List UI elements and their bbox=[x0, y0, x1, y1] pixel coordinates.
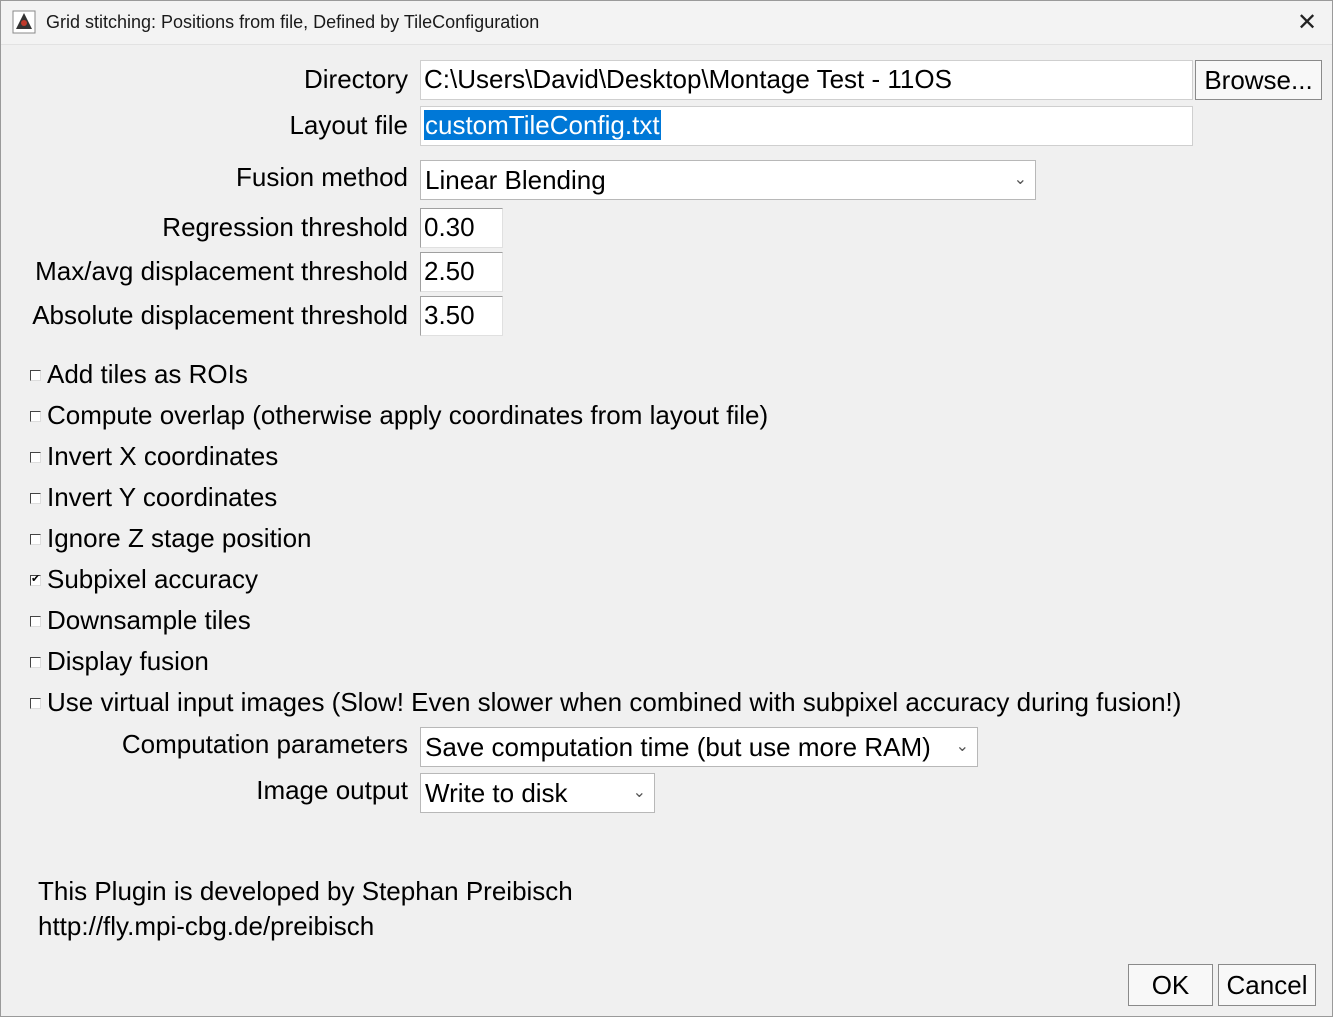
max-avg-displacement-label: Max/avg displacement threshold bbox=[35, 256, 408, 286]
checkbox-virtual-input-images[interactable]: Use virtual input images (Slow! Even slo… bbox=[30, 687, 1181, 718]
chevron-down-icon: ⌄ bbox=[1013, 171, 1027, 188]
checkbox-label: Display fusion bbox=[47, 646, 209, 676]
title-bar: Grid stitching: Positions from file, Def… bbox=[0, 0, 1333, 45]
checkbox-box[interactable] bbox=[30, 616, 41, 627]
fusion-method-value: Linear Blending bbox=[425, 165, 606, 195]
cancel-button[interactable]: Cancel bbox=[1218, 964, 1316, 1006]
computation-parameters-select[interactable]: Save computation time (but use more RAM)… bbox=[420, 727, 978, 767]
window-title: Grid stitching: Positions from file, Def… bbox=[46, 12, 540, 32]
checkbox-subpixel-accuracy[interactable]: ✔ Subpixel accuracy bbox=[30, 564, 258, 595]
max-avg-displacement-input[interactable]: 2.50 bbox=[420, 252, 503, 292]
image-output-label: Image output bbox=[256, 775, 408, 805]
checkbox-add-tiles-as-rois[interactable]: Add tiles as ROIs bbox=[30, 359, 248, 390]
regression-threshold-input[interactable]: 0.30 bbox=[420, 208, 503, 248]
directory-label: Directory bbox=[303, 64, 408, 94]
absolute-displacement-label: Absolute displacement threshold bbox=[32, 300, 408, 330]
checkbox-downsample-tiles[interactable]: Downsample tiles bbox=[30, 605, 251, 636]
checkbox-invert-y[interactable]: Invert Y coordinates bbox=[30, 482, 277, 513]
image-output-value: Write to disk bbox=[425, 778, 568, 808]
checkbox-label: Use virtual input images (Slow! Even slo… bbox=[47, 687, 1182, 717]
checkbox-label: Compute overlap (otherwise apply coordin… bbox=[47, 400, 769, 430]
absolute-displacement-input[interactable]: 3.50 bbox=[420, 296, 503, 336]
chevron-down-icon: ⌄ bbox=[951, 728, 969, 766]
checkbox-box[interactable] bbox=[30, 698, 41, 709]
checkbox-box[interactable] bbox=[30, 534, 41, 545]
checkbox-invert-x[interactable]: Invert X coordinates bbox=[30, 441, 278, 472]
checkbox-label: Add tiles as ROIs bbox=[47, 359, 248, 389]
checkbox-label: Subpixel accuracy bbox=[47, 564, 258, 594]
browse-button[interactable]: Browse... bbox=[1195, 60, 1322, 100]
checkbox-box[interactable] bbox=[30, 370, 41, 381]
checkbox-box[interactable] bbox=[30, 411, 41, 422]
chevron-down-icon: ⌄ bbox=[632, 784, 646, 801]
checkbox-box[interactable] bbox=[30, 452, 41, 463]
checkbox-label: Invert X coordinates bbox=[47, 441, 279, 471]
checkbox-compute-overlap[interactable]: Compute overlap (otherwise apply coordin… bbox=[30, 400, 768, 431]
directory-input[interactable]: C:\Users\David\Desktop\Montage Test - 11… bbox=[420, 60, 1193, 100]
close-icon[interactable]: ✕ bbox=[1281, 0, 1333, 44]
developer-credit: This Plugin is developed by Stephan Prei… bbox=[38, 876, 573, 906]
fusion-method-label: Fusion method bbox=[236, 162, 408, 192]
checkbox-display-fusion[interactable]: Display fusion bbox=[30, 646, 209, 677]
developer-url: http://fly.mpi-cbg.de/preibisch bbox=[38, 911, 375, 941]
app-icon bbox=[12, 10, 36, 34]
check-icon: ✔ bbox=[31, 573, 41, 585]
checkbox-label: Ignore Z stage position bbox=[47, 523, 312, 553]
checkbox-label: Invert Y coordinates bbox=[47, 482, 278, 512]
computation-parameters-value: Save computation time (but use more RAM) bbox=[425, 732, 931, 762]
regression-threshold-label: Regression threshold bbox=[162, 212, 408, 242]
checkbox-box[interactable] bbox=[30, 657, 41, 668]
image-output-select[interactable]: Write to disk ⌄ bbox=[420, 773, 655, 813]
checkbox-box[interactable]: ✔ bbox=[30, 573, 41, 586]
checkbox-box[interactable] bbox=[30, 493, 41, 504]
checkbox-label: Downsample tiles bbox=[47, 605, 251, 635]
ok-button[interactable]: OK bbox=[1128, 964, 1213, 1006]
checkbox-ignore-z[interactable]: Ignore Z stage position bbox=[30, 523, 312, 554]
layout-file-value: customTileConfig.txt bbox=[424, 110, 661, 140]
fusion-method-select[interactable]: Linear Blending ⌄ bbox=[420, 160, 1036, 200]
computation-parameters-label: Computation parameters bbox=[121, 729, 408, 759]
layout-file-input[interactable]: customTileConfig.txt bbox=[420, 106, 1193, 146]
layout-file-label: Layout file bbox=[289, 110, 408, 140]
